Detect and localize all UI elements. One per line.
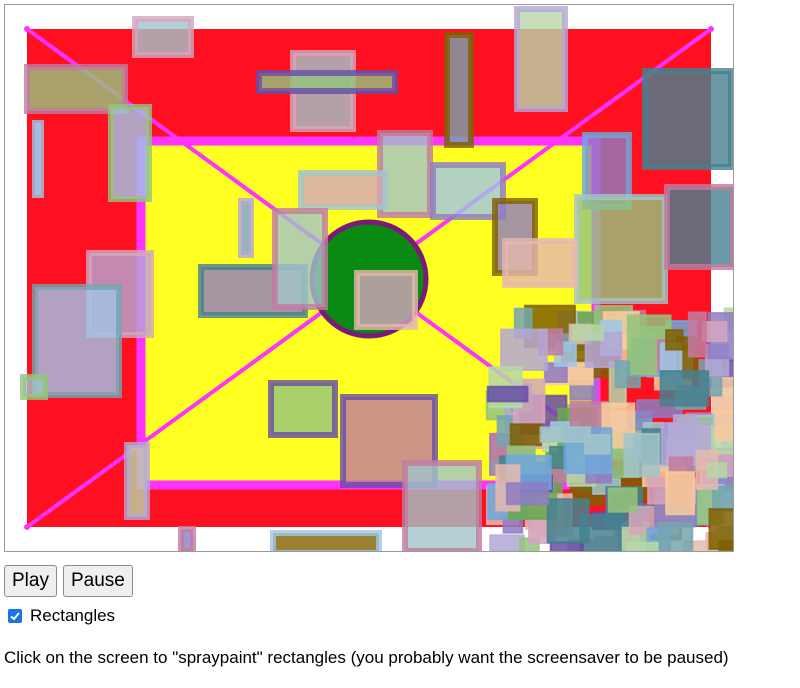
painted-rectangle	[574, 194, 668, 304]
painted-rectangle	[571, 324, 604, 341]
painted-rectangle	[298, 170, 388, 210]
painted-rectangle	[270, 530, 382, 551]
painted-rectangle	[268, 380, 338, 438]
painted-rectangle	[178, 526, 196, 551]
painted-rectangle	[712, 485, 733, 512]
instructions-text: Click on the screen to "spraypaint" rect…	[4, 648, 729, 667]
corner-dot-tr	[708, 26, 714, 32]
painted-rectangle	[657, 522, 694, 551]
painted-rectangle	[354, 270, 418, 330]
painted-rectangle	[132, 16, 194, 58]
painted-rectangle	[505, 482, 550, 506]
screensaver-canvas[interactable]	[4, 4, 734, 552]
painted-rectangle	[665, 471, 696, 516]
pause-button[interactable]: Pause	[62, 565, 133, 597]
painted-rectangle	[509, 423, 543, 447]
painted-rectangle	[238, 198, 254, 258]
painted-rectangle	[546, 498, 590, 544]
painted-rectangle	[708, 508, 733, 550]
painted-rectangle	[444, 32, 474, 148]
painted-rectangle	[659, 370, 710, 407]
painted-rectangle	[486, 385, 529, 403]
painted-rectangle	[32, 120, 44, 198]
painted-rectangle	[272, 208, 328, 310]
painted-rectangle	[714, 410, 733, 442]
painted-rectangle	[539, 426, 592, 443]
painted-rectangle	[642, 68, 733, 170]
painted-rectangle	[706, 462, 728, 479]
painted-rectangle	[502, 238, 578, 288]
rectangles-toggle[interactable]: Rectangles	[8, 606, 115, 626]
painted-rectangle	[665, 329, 684, 351]
corner-dot-bl	[24, 524, 30, 530]
painted-rectangle	[20, 374, 48, 400]
painted-rectangle	[672, 414, 699, 438]
play-button[interactable]: Play	[4, 565, 57, 597]
painted-rectangle	[607, 487, 638, 513]
painted-rectangle	[626, 542, 659, 551]
painted-rectangle	[108, 104, 152, 202]
painted-rectangle	[514, 6, 568, 112]
rectangles-label: Rectangles	[30, 606, 116, 625]
painted-rectangle	[623, 432, 661, 478]
painted-rectangle	[630, 337, 658, 376]
painted-rectangle	[256, 70, 398, 94]
rectangles-checkbox[interactable]	[8, 609, 22, 623]
painted-rectangle	[402, 460, 482, 551]
screensaver-art	[20, 6, 733, 551]
checkmark-icon	[10, 612, 20, 621]
painted-rectangle	[664, 184, 733, 270]
corner-dot-tl	[24, 26, 30, 32]
painted-rectangle	[500, 328, 548, 372]
painted-rectangle	[687, 311, 707, 358]
painted-rectangle	[489, 534, 525, 551]
painted-rectangle	[124, 442, 150, 520]
